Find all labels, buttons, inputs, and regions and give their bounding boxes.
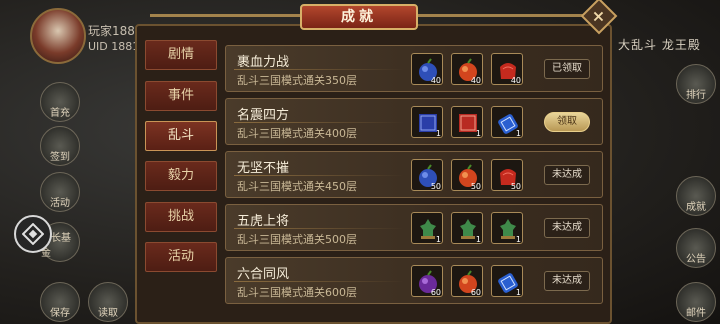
server-title: 大乱斗 龙王殿 (618, 38, 701, 52)
reward-item[interactable]: 40 (451, 53, 483, 85)
reward-count: 50 (510, 182, 521, 191)
achievement-row: 五虎上将乱斗三国模式通关500层 1 1 1 未达成 (225, 204, 603, 251)
reward-count: 1 (515, 288, 521, 297)
achievement-name: 名震四方 (237, 108, 290, 123)
reward-item[interactable]: 50 (411, 159, 443, 191)
status-badge: 已领取 (544, 59, 590, 79)
tab-activity[interactable]: 活动 (145, 242, 217, 272)
load-button[interactable]: 读取 (88, 282, 128, 322)
reward-count: 40 (470, 76, 481, 85)
title-ornament-left (150, 14, 300, 17)
achievement-desc: 乱斗三国模式通关450层 (237, 180, 357, 193)
mail-button[interactable]: 邮件 (676, 282, 716, 322)
title-ornament-right (418, 14, 586, 17)
reward-count: 60 (430, 288, 441, 297)
reward-item[interactable]: 60 (451, 265, 483, 297)
player-uid: UID 1881 (88, 40, 140, 53)
reward-item[interactable]: 40 (491, 53, 523, 85)
achievement-name: 无坚不摧 (237, 161, 290, 176)
reward-item[interactable]: 50 (451, 159, 483, 191)
reward-item[interactable]: 1 (411, 106, 443, 138)
status-badge: 未达成 (544, 271, 590, 291)
reward-item[interactable]: 40 (411, 53, 443, 85)
tab-challenge[interactable]: 挑战 (145, 202, 217, 232)
reward-count: 1 (435, 235, 441, 244)
reward-count: 50 (470, 182, 481, 191)
reward-item[interactable]: 1 (491, 106, 523, 138)
reward-count: 1 (435, 129, 441, 138)
close-icon: × (592, 6, 606, 26)
reward-count: 40 (510, 76, 521, 85)
reward-item[interactable]: 1 (451, 212, 483, 244)
dialog-title: 成就 (300, 4, 418, 30)
achievement-row: 六合同风乱斗三国模式通关600层 60 60 1 未达成 (225, 257, 603, 304)
row-divider (234, 69, 404, 70)
rank-button[interactable]: 排行 (676, 64, 716, 104)
reward-item[interactable]: 1 (491, 212, 523, 244)
save-button[interactable]: 保存 (40, 282, 80, 322)
reward-count: 1 (515, 235, 521, 244)
tab-brawl[interactable]: 乱斗 (145, 121, 217, 151)
reward-item[interactable]: 1 (491, 265, 523, 297)
activity-button[interactable]: 活动 (40, 172, 80, 212)
avatar[interactable] (30, 8, 86, 64)
achievement-name: 裹血力战 (237, 55, 290, 70)
status-badge: 未达成 (544, 218, 590, 238)
reward-count: 50 (430, 182, 441, 191)
player-info[interactable]: 玩家188 UID 1881 (30, 8, 140, 68)
player-name: 玩家188 (88, 24, 135, 38)
reward-item[interactable]: 1 (411, 212, 443, 244)
achievement-desc: 乱斗三国模式通关600层 (237, 286, 357, 299)
reward-count: 1 (475, 235, 481, 244)
floating-assistant-button[interactable] (14, 215, 52, 253)
row-divider (234, 228, 404, 229)
first-recharge-button[interactable]: 首充 (40, 82, 80, 122)
row-divider (234, 175, 404, 176)
achievement-name: 六合同风 (237, 267, 290, 282)
layers-icon (22, 223, 44, 245)
achievement-name: 五虎上将 (237, 214, 290, 229)
achievement-side-button[interactable]: 成就 (676, 176, 716, 216)
tab-event[interactable]: 事件 (145, 81, 217, 111)
tab-perseverance[interactable]: 毅力 (145, 161, 217, 191)
achievement-desc: 乱斗三国模式通关400层 (237, 127, 357, 140)
reward-count: 1 (515, 129, 521, 138)
achievement-desc: 乱斗三国模式通关500层 (237, 233, 357, 246)
achievement-desc: 乱斗三国模式通关350层 (237, 74, 357, 87)
reward-count: 40 (430, 76, 441, 85)
tab-story[interactable]: 剧情 (145, 40, 217, 70)
status-badge: 未达成 (544, 165, 590, 185)
row-divider (234, 122, 404, 123)
reward-count: 1 (475, 129, 481, 138)
reward-count: 60 (470, 288, 481, 297)
reward-item[interactable]: 60 (411, 265, 443, 297)
achievement-row: 名震四方乱斗三国模式通关400层 1 1 1 领取 (225, 98, 603, 145)
checkin-button[interactable]: 签到 (40, 126, 80, 166)
reward-item[interactable]: 50 (491, 159, 523, 191)
achievement-row: 无坚不摧乱斗三国模式通关450层 50 50 50 未达成 (225, 151, 603, 198)
reward-item[interactable]: 1 (451, 106, 483, 138)
achievement-row: 裹血力战乱斗三国模式通关350层 40 40 40 已领取 (225, 45, 603, 92)
claim-button[interactable]: 领取 (544, 112, 590, 132)
notice-button[interactable]: 公告 (676, 228, 716, 268)
row-divider (234, 281, 404, 282)
